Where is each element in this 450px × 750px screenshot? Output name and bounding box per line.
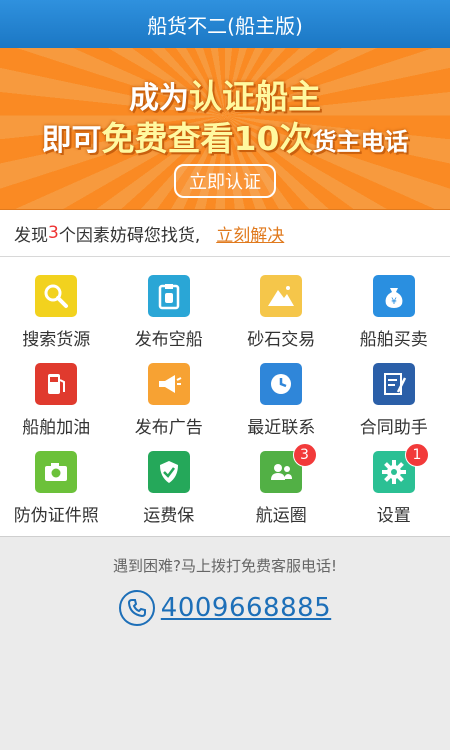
certify-now-button[interactable]: 立即认证 <box>174 164 276 198</box>
support-phone-link[interactable]: 4009668885 <box>161 593 331 623</box>
notification-badge: 3 <box>292 443 317 467</box>
grid-item-publish-ad[interactable]: 发布广告 <box>113 355 226 443</box>
clipboard-icon <box>147 275 190 317</box>
money-bag-icon: ¥ <box>372 275 415 317</box>
grid-item-anti-fake-photo[interactable]: 防伪证件照 <box>0 443 113 531</box>
banner-line-1: 成为认证船主 <box>129 77 321 116</box>
grid-item-ship-trade[interactable]: ¥ 船舶买卖 <box>338 267 450 355</box>
feature-grid: 搜索货源 发布空船 砂石交易 ¥ 船舶买卖 船舶加油 发布广告 最近联系 合同助… <box>0 257 450 537</box>
app-title-bar: 船货不二(船主版) <box>0 0 450 48</box>
notification-badge: 1 <box>405 443 429 467</box>
grid-item-search-cargo[interactable]: 搜索货源 <box>0 267 113 355</box>
issue-count: 3 <box>48 223 59 243</box>
grid-item-recent-contacts[interactable]: 最近联系 <box>225 355 338 443</box>
phone-icon <box>118 590 155 626</box>
certification-banner[interactable]: 成为认证船主 即可免费查看10次货主电话 立即认证 <box>0 48 450 210</box>
grid-item-publish-empty-ship[interactable]: 发布空船 <box>113 267 226 355</box>
clock-icon <box>260 363 303 405</box>
megaphone-icon <box>147 363 190 405</box>
notice-bar: 发现 3 个因素妨碍您找货, 立刻解决 <box>0 210 450 257</box>
support-footer: 遇到困难?马上拨打免费客服电话! 4009668885 <box>0 537 450 626</box>
grid-item-sand-trading[interactable]: 砂石交易 <box>225 267 338 355</box>
fuel-pump-icon <box>35 363 78 405</box>
grid-item-shipping-circle[interactable]: 航运圈 3 <box>225 443 338 531</box>
app-title: 船货不二(船主版) <box>147 13 303 38</box>
banner-line-2: 即可免费查看10次货主电话 <box>41 119 409 158</box>
svg-text:¥: ¥ <box>391 297 397 307</box>
contract-icon <box>372 363 415 405</box>
grid-item-settings[interactable]: 设置 1 <box>338 443 450 531</box>
support-tip: 遇到困难?马上拨打免费客服电话! <box>113 557 337 575</box>
fix-now-link[interactable]: 立刻解决 <box>216 221 284 246</box>
support-phone-row[interactable]: 4009668885 <box>0 590 450 626</box>
mountain-icon <box>260 275 303 317</box>
grid-item-contract-helper[interactable]: 合同助手 <box>338 355 450 443</box>
grid-item-freight-insurance[interactable]: 运费保 <box>113 443 226 531</box>
shield-check-icon <box>147 451 190 493</box>
search-icon <box>35 275 78 317</box>
grid-item-refuel[interactable]: 船舶加油 <box>0 355 113 443</box>
camera-icon <box>35 451 78 493</box>
